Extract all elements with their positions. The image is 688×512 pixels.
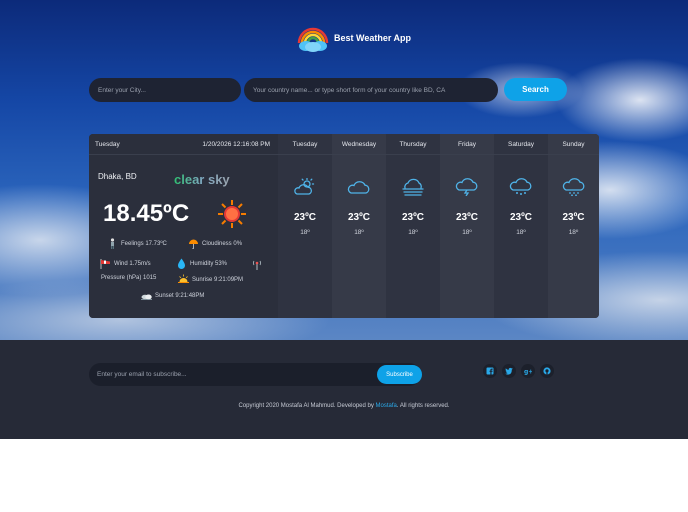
feelings-value: Feelings 17.73ºC (121, 240, 167, 247)
copyright-suffix: . All rights reserved. (396, 403, 450, 409)
forecast-min-temp: 18º (408, 229, 418, 236)
city-name: Dhaka, BD (98, 172, 137, 181)
facebook-link[interactable] (483, 364, 497, 378)
github-icon (543, 367, 551, 375)
today-day: Tuesday (95, 141, 120, 148)
cloudiness-value: Cloudiness 0% (202, 240, 243, 247)
wind-row: Wind 1.75m/s (100, 258, 151, 269)
fog-icon (402, 178, 424, 196)
email-subscribe-input[interactable] (89, 363, 421, 386)
app-title: Best Weather App (334, 33, 412, 43)
pressure-value: Pressure (hPa) 1015 (101, 275, 157, 281)
search-button[interactable]: Search (504, 78, 567, 101)
cloudiness-row: Cloudiness 0% (188, 238, 242, 249)
forecast-min-temp: 18º (462, 229, 472, 236)
forecast-max-temp: 23ºC (348, 212, 370, 223)
subscribe-button[interactable]: Subscribe (377, 365, 422, 384)
sunrise-icon (178, 274, 189, 283)
sunrise-value: Sunrise 9:21:09PM (192, 276, 244, 283)
developer-link[interactable]: Mostafa (376, 403, 397, 409)
forecast-max-temp: 23ºC (562, 212, 585, 223)
twitter-icon (505, 367, 513, 375)
person-icon (110, 238, 115, 249)
twitter-link[interactable] (502, 364, 516, 378)
forecast-day-name: Tuesday (278, 134, 332, 155)
sunset-value: Sunset 9:21:48PM (155, 292, 205, 299)
forecast-day-name: Thursday (386, 134, 440, 155)
umbrella-icon (189, 239, 198, 249)
footer: Subscribe g+ Copyright 2020 Mostafa Al M… (0, 340, 688, 439)
forecast-day-name: Wednesday (332, 134, 386, 155)
forecast-min-temp: 18º (516, 229, 526, 236)
forecast-day: Friday 23ºC 18º (440, 134, 494, 318)
snow-cloud-icon (562, 178, 585, 196)
forecast-day: Saturday 23ºC 18º (494, 134, 548, 318)
copyright: Copyright 2020 Mostafa Al Mahmud. Develo… (0, 403, 688, 409)
forecast-day-name: Friday (440, 134, 494, 155)
humidity-row: Humidity 53% (176, 258, 227, 269)
sunset-icon (141, 294, 152, 300)
partly-sunny-icon (294, 178, 315, 195)
feelings-row: Feelings 17.73ºC (107, 238, 167, 249)
forecast-day-name: Sunday (548, 134, 599, 155)
today-header: Tuesday 1/20/2026 12:16:08 PM (89, 134, 278, 155)
rain-cloud-icon (509, 178, 532, 195)
current-temperature: 18.45ºC (103, 200, 190, 227)
svg-text:g+: g+ (524, 368, 532, 375)
google-plus-icon: g+ (524, 368, 532, 375)
country-input[interactable] (244, 78, 498, 102)
pressure-row: Pressure (hPa) 1015 (101, 275, 156, 281)
city-input[interactable] (89, 78, 241, 102)
rainbow-logo-icon (297, 27, 329, 52)
hero-section: Best Weather App Search Tuesday 1/20/202… (0, 0, 688, 340)
forecast-min-temp: 18º (300, 229, 310, 236)
forecast-min-temp: 18º (568, 229, 579, 236)
social-links: g+ (483, 364, 554, 378)
forecast-max-temp: 23ºC (510, 212, 532, 223)
github-link[interactable] (540, 364, 554, 378)
humidity-value: Humidity 53% (190, 260, 228, 267)
forecast-max-temp: 23ºC (402, 212, 424, 223)
sunrise-row: Sunrise 9:21:09PM (178, 274, 243, 285)
windsock-icon (100, 259, 110, 269)
wind-value: Wind 1.75m/s (114, 260, 151, 267)
forecast-day: Sunday 23ºC 18º (548, 134, 599, 318)
today-datetime: 1/20/2026 12:16:08 PM (202, 141, 270, 148)
facebook-icon (486, 367, 494, 375)
weather-panel: Tuesday 1/20/2026 12:16:08 PM Dhaka, BD … (89, 134, 599, 318)
today-card: Tuesday 1/20/2026 12:16:08 PM Dhaka, BD … (89, 134, 278, 318)
water-drop-icon (178, 258, 185, 269)
forecast-min-temp: 18º (354, 229, 364, 236)
forecast-day-name: Saturday (494, 134, 548, 155)
forecast-day: Thursday 23ºC 18º (386, 134, 440, 318)
brand[interactable]: Best Weather App (296, 23, 411, 53)
sunset-row: Sunset 9:21:48PM (141, 290, 204, 301)
forecast-day: Tuesday 23ºC 18º (278, 134, 332, 318)
antenna-icon (253, 260, 261, 270)
weather-description: clear sky (174, 172, 230, 187)
forecast-day: Wednesday 23ºC 18º (332, 134, 386, 318)
forecast-max-temp: 23ºC (456, 212, 478, 223)
google-plus-link[interactable]: g+ (521, 364, 535, 378)
sun-icon (218, 200, 246, 228)
copyright-prefix: Copyright 2020 Mostafa Al Mahmud. Develo… (238, 403, 376, 409)
forecast-max-temp: 23ºC (294, 212, 316, 223)
cloud-icon (347, 181, 370, 194)
thunder-cloud-icon (455, 178, 478, 196)
